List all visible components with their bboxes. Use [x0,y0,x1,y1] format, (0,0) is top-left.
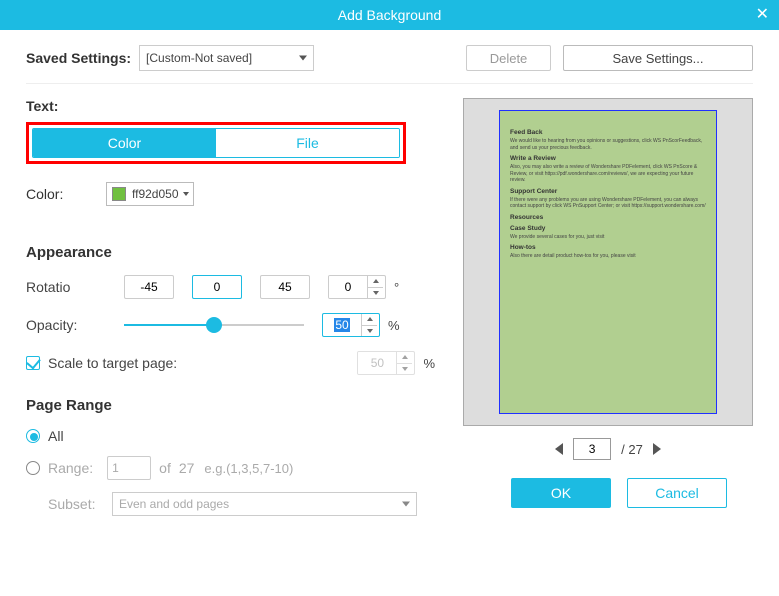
saved-settings-select[interactable]: [Custom-Not saved] [139,45,314,71]
rotation-spinner[interactable] [328,275,386,299]
appearance-title: Appearance [26,244,453,261]
subset-label: Subset: [48,496,112,512]
rotation-pos45[interactable] [260,275,310,299]
dialog-title: Add Background [0,7,779,23]
title-bar: Add Background ✕ [0,0,779,30]
preview-area: Feed Back We would like to hearing from … [463,98,753,426]
checkbox-icon [26,356,40,370]
color-value: ff92d050 [132,187,179,201]
spinner-down-icon[interactable] [397,364,412,375]
chevron-down-icon [402,502,410,507]
rotation-neg45[interactable] [124,275,174,299]
page-number-input[interactable] [573,438,611,460]
color-label: Color: [26,186,106,202]
save-settings-button[interactable]: Save Settings... [563,45,753,71]
spinner-down-icon[interactable] [362,326,377,337]
rotation-zero[interactable] [192,275,242,299]
opacity-label: Opacity: [26,317,106,333]
scale-input[interactable] [358,352,396,374]
text-label: Text: [26,98,453,114]
subset-select[interactable]: Even and odd pages [112,492,417,516]
radio-all[interactable]: All [26,428,64,444]
ok-button[interactable]: OK [511,478,611,508]
next-page-icon[interactable] [653,443,661,455]
delete-button[interactable]: Delete [466,45,551,71]
saved-settings-label: Saved Settings: [26,50,131,66]
percent-label: % [423,356,435,371]
spinner-up-icon[interactable] [362,314,377,326]
prev-page-icon[interactable] [555,443,563,455]
scale-label: Scale to target page: [48,355,177,371]
rotation-spinner-input[interactable] [329,276,367,298]
range-from-input[interactable] [107,456,151,480]
total-pages: 27 [628,442,642,457]
degree-label: ° [394,280,399,295]
radio-icon [26,461,40,475]
preview-page: Feed Back We would like to hearing from … [499,110,717,414]
color-picker[interactable]: ff92d050 [106,182,194,206]
tab-file[interactable]: File [216,129,399,157]
scale-checkbox[interactable]: Scale to target page: [26,355,177,371]
pagerange-title: Page Range [26,397,453,414]
radio-range[interactable]: Range: [26,460,93,476]
range-total: 27 [179,460,195,476]
percent-label: % [388,318,400,333]
radio-icon [26,429,40,443]
color-swatch [112,187,126,201]
cancel-button[interactable]: Cancel [627,478,727,508]
opacity-spinner[interactable]: 50 [322,313,380,337]
spinner-up-icon[interactable] [397,352,412,364]
tab-highlight-box: Color File [26,122,406,164]
close-icon[interactable]: ✕ [756,0,769,30]
chevron-down-icon [299,56,307,61]
opacity-slider[interactable] [124,315,304,335]
chevron-down-icon [183,192,189,196]
slider-thumb[interactable] [206,317,222,333]
spinner-up-icon[interactable] [368,276,383,288]
rotation-label: Rotatio [26,279,106,295]
scale-spinner[interactable] [357,351,415,375]
range-hint: e.g.(1,3,5,7-10) [204,461,293,476]
spinner-down-icon[interactable] [368,288,383,299]
tab-color[interactable]: Color [33,129,216,157]
saved-settings-value: [Custom-Not saved] [146,51,252,65]
